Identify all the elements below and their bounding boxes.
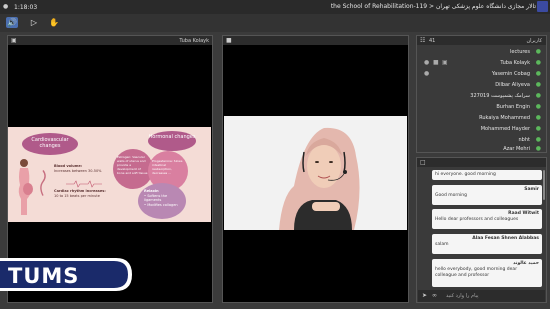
user-icon: ●	[535, 125, 541, 132]
microphone-icon: ●	[424, 70, 430, 77]
cardiac-title: Cardiac rhythm increases:	[54, 189, 106, 193]
chat-panel-header: □	[417, 158, 546, 167]
pregnant-woman-illustration	[18, 159, 33, 215]
screen-share-panel-header: ▣ Tuba Kolayk	[8, 36, 212, 45]
raise-hand-icon[interactable]: ✋	[48, 17, 60, 28]
chat-message-text: Hello dear professors and colleagues	[435, 217, 519, 222]
relaxin-item: Modifies collagen	[147, 202, 178, 207]
monitor-icon: ▣	[11, 37, 17, 44]
chat-message: حمید عالوند hello everybody, good mornin…	[432, 259, 542, 287]
chat-message: Alaa Fesan Shnen Alabbas salam	[432, 234, 542, 254]
tums-logo: TUMS	[0, 258, 132, 291]
slide-cardiac-rhythm: Cardiac rhythm increases: 10 to 15 beats…	[54, 189, 106, 198]
user-row[interactable]: سرامک پشمپوست 327019 ●	[418, 91, 544, 101]
chat-message-text: salam	[435, 242, 449, 247]
app-logo-icon	[537, 1, 548, 12]
chat-scrollbar[interactable]	[543, 170, 545, 200]
user-name: Dilbar Aliyeva	[495, 82, 530, 88]
presenter-icon: ●	[535, 48, 541, 55]
user-name: lectures	[510, 49, 530, 55]
user-name: Azar Mehri	[503, 146, 530, 152]
cardiac-text: 10 to 15 beats per minute	[54, 193, 100, 198]
users-panel-header: ☷ 41 کاربران	[417, 36, 546, 45]
user-row[interactable]: ● Yasemin Cobag ●	[418, 69, 544, 79]
chat-message: Raad Witwit Hello dear professors and co…	[432, 209, 542, 229]
user-name: Mohammed Hayder	[480, 126, 530, 132]
user-icon: ●	[535, 70, 541, 77]
user-icon: ●	[535, 136, 541, 143]
camera-icon: ■	[226, 37, 232, 44]
chat-sender: Alaa Fesan Shnen Alabbas	[472, 236, 539, 241]
users-icon: ☷	[420, 37, 426, 44]
users-panel-title: کاربران	[526, 38, 542, 44]
user-name: Rukaiya Mohammed	[479, 115, 530, 121]
top-bar: ● 1:18:03 the School of Rehabilitation-1…	[0, 0, 550, 14]
user-name: Yasemin Cobag	[491, 71, 530, 77]
slide-estrogen-bubble: Estrogen: Vascular walls of uterus and p…	[113, 149, 153, 189]
speaker-icon[interactable]: 🔊	[6, 17, 18, 28]
screen-icon: ▣	[442, 59, 448, 66]
blood-volume-title: Blood volume:	[54, 164, 83, 168]
heartbeat-line-icon	[66, 180, 102, 188]
attach-icon[interactable]: ∞	[432, 292, 437, 299]
user-row[interactable]: ● ■ ▣ Tuba Kolayk ●	[418, 58, 544, 68]
microphone-icon: ●	[424, 59, 430, 66]
chat-message-text: hello everybody, good morning dear colle…	[435, 267, 518, 278]
relaxin-item: Softens the ligaments	[144, 193, 168, 203]
user-icon: ●	[535, 103, 541, 110]
user-name: Tuba Kolayk	[500, 60, 530, 66]
user-icon: ●	[535, 92, 541, 99]
chat-message-text: Good morning	[435, 193, 467, 198]
tums-logo-text: TUMS	[8, 264, 79, 288]
relaxin-title: Relaxin	[144, 189, 159, 193]
blood-volume-text: Increases between 30-50%	[54, 168, 102, 173]
user-row[interactable]: Rukaiya Mohammed ●	[418, 113, 544, 123]
shared-slide: Cardiovascular changes Hormonal changes …	[8, 127, 211, 222]
user-icon: ●	[535, 59, 541, 66]
slide-cardio-bubble: Cardiovascular changes	[22, 133, 78, 155]
slide-blood-volume: Blood volume: Increases between 30-50%	[54, 164, 102, 173]
screen-share-icon[interactable]: ▷	[28, 17, 40, 28]
user-icon: ●	[535, 145, 541, 152]
user-icon: ●	[535, 81, 541, 88]
user-icon: ●	[535, 114, 541, 121]
lock-icon: ●	[3, 3, 9, 10]
user-row[interactable]: Azar Mehri ●	[418, 144, 544, 154]
chat-icon: □	[420, 159, 426, 166]
user-row[interactable]: lectures ●	[418, 47, 544, 57]
chat-message: Samir Good morning	[432, 185, 542, 205]
user-name: سرامک پشمپوست 327019	[470, 93, 530, 99]
session-timer: 1:18:03	[14, 3, 38, 11]
chat-input[interactable]: پیام را وارد کنید	[446, 293, 479, 299]
slide-relaxin-bubble: Relaxin • Softens the ligaments • Modifi…	[138, 183, 186, 219]
video-panel-header: ■	[223, 36, 408, 45]
user-row[interactable]: Mohammed Hayder ●	[418, 124, 544, 134]
chat-message: hi everyone. good morning	[432, 170, 542, 180]
slide-hormonal-bubble: Hormonal changes	[148, 131, 196, 151]
chat-input-bar: ➤ ∞ پیام را وارد کنید	[418, 290, 545, 302]
chat-message-text: hi everyone. good morning	[435, 172, 496, 177]
webcam-video	[224, 116, 407, 230]
spine-illustration	[40, 169, 46, 196]
toolbar: 🔊 ▷ ✋	[0, 14, 550, 32]
camera-icon: ■	[433, 59, 439, 66]
user-name: nbht	[518, 137, 530, 143]
room-title: the School of Rehabilitation-119 > تالار…	[330, 3, 536, 10]
speaker-webcam-frame	[224, 116, 407, 230]
user-row[interactable]: Dilbar Aliyeva ●	[418, 80, 544, 90]
users-count: 41	[429, 38, 436, 44]
user-row[interactable]: Burhan Engin ●	[418, 102, 544, 112]
presenter-name: Tuba Kolayk	[179, 38, 209, 44]
user-name: Burhan Engin	[496, 104, 530, 110]
send-icon[interactable]: ➤	[422, 292, 427, 299]
